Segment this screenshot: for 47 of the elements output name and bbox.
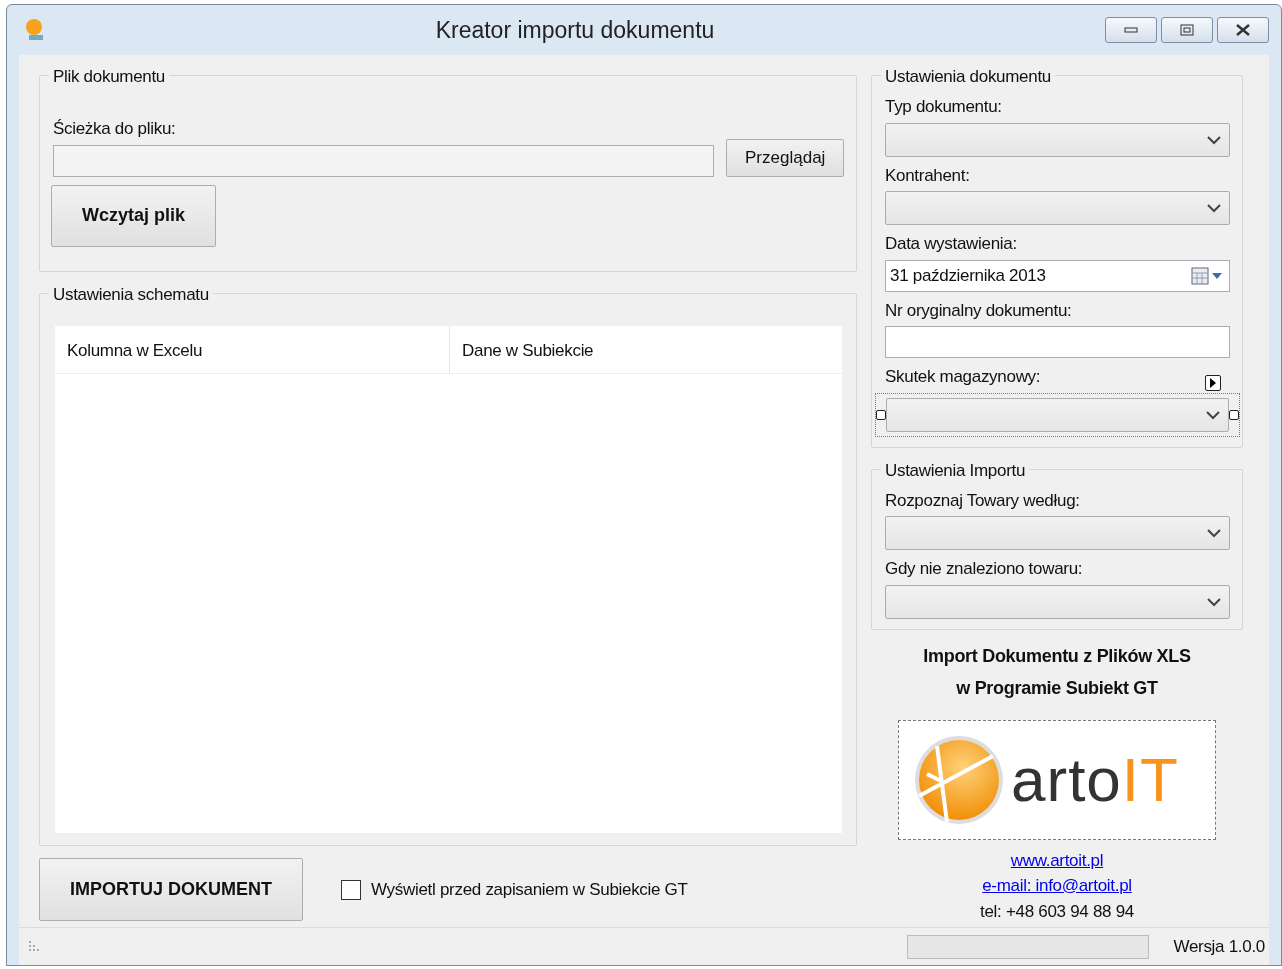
chevron-down-icon xyxy=(1207,596,1221,607)
dropdown[interactable] xyxy=(885,516,1230,550)
calendar-icon[interactable] xyxy=(1191,266,1225,285)
resize-grip-icon xyxy=(29,940,41,953)
heading-text: Import Dokumentu z Plików XLS xyxy=(923,644,1191,668)
field-label: Nr oryginalny dokumentu: xyxy=(885,299,1072,322)
dropdown[interactable] xyxy=(885,584,1230,619)
checkbox-label: Wyświetl przed zapisaniem w Subiekcie GT xyxy=(371,878,688,901)
email-link[interactable]: e-mail: info@artoit.pl xyxy=(982,873,1132,899)
close-button[interactable] xyxy=(1217,17,1269,43)
import-button[interactable]: IMPORTUJ DOKUMENT xyxy=(39,858,303,921)
restore-icon xyxy=(1180,24,1194,36)
field-label: Skutek magazynowy: xyxy=(885,366,1041,388)
phone-text: tel: +48 603 94 88 94 xyxy=(980,900,1134,923)
website-link[interactable]: www.artoit.pl xyxy=(1010,847,1104,873)
date-picker[interactable]: 31 października 2013 xyxy=(885,259,1230,292)
field-label: Typ dokumentu: xyxy=(885,96,1002,118)
chevron-down-icon xyxy=(1206,409,1220,420)
minimize-button[interactable] xyxy=(1105,17,1157,43)
field-label: Data wystawienia: xyxy=(885,233,1017,255)
text-field[interactable] xyxy=(885,326,1230,358)
window-title: Kreator importu dokumentu xyxy=(434,15,716,45)
chevron-down-icon xyxy=(1207,203,1221,213)
minimize-icon xyxy=(1124,26,1138,34)
logo-text: arto xyxy=(1011,744,1122,814)
load-file-button[interactable]: Wczytaj plik xyxy=(51,184,216,247)
field-label: Gdy nie znaleziono towaru: xyxy=(885,558,1083,580)
browse-button[interactable]: Przeglądaj xyxy=(726,138,844,177)
file-path-field[interactable] xyxy=(53,144,715,177)
dropdown[interactable] xyxy=(886,397,1229,432)
smart-tag-icon[interactable] xyxy=(1205,374,1221,391)
column-header: Dane w Subiekcie xyxy=(461,340,595,362)
close-icon xyxy=(1235,24,1251,36)
field-label: Ścieżka do pliku: xyxy=(53,118,176,140)
date-value: 31 października 2013 xyxy=(890,264,1047,287)
logo-accent-text: IT xyxy=(1121,744,1179,814)
version-text: Wersja 1.0.0 xyxy=(1173,935,1265,958)
field-label: Kontrahent: xyxy=(885,164,970,187)
logo-icon xyxy=(913,733,1005,826)
checkbox[interactable] xyxy=(341,879,361,900)
dropdown[interactable] xyxy=(885,191,1230,225)
column-header: Kolumna w Excelu xyxy=(55,326,450,373)
chevron-down-icon xyxy=(1207,134,1221,145)
chevron-down-icon xyxy=(1207,528,1221,538)
dropdown[interactable] xyxy=(885,122,1230,157)
field-label: Rozpoznaj Towary według: xyxy=(885,489,1080,512)
heading-text: w Programie Subiekt GT xyxy=(956,676,1158,700)
